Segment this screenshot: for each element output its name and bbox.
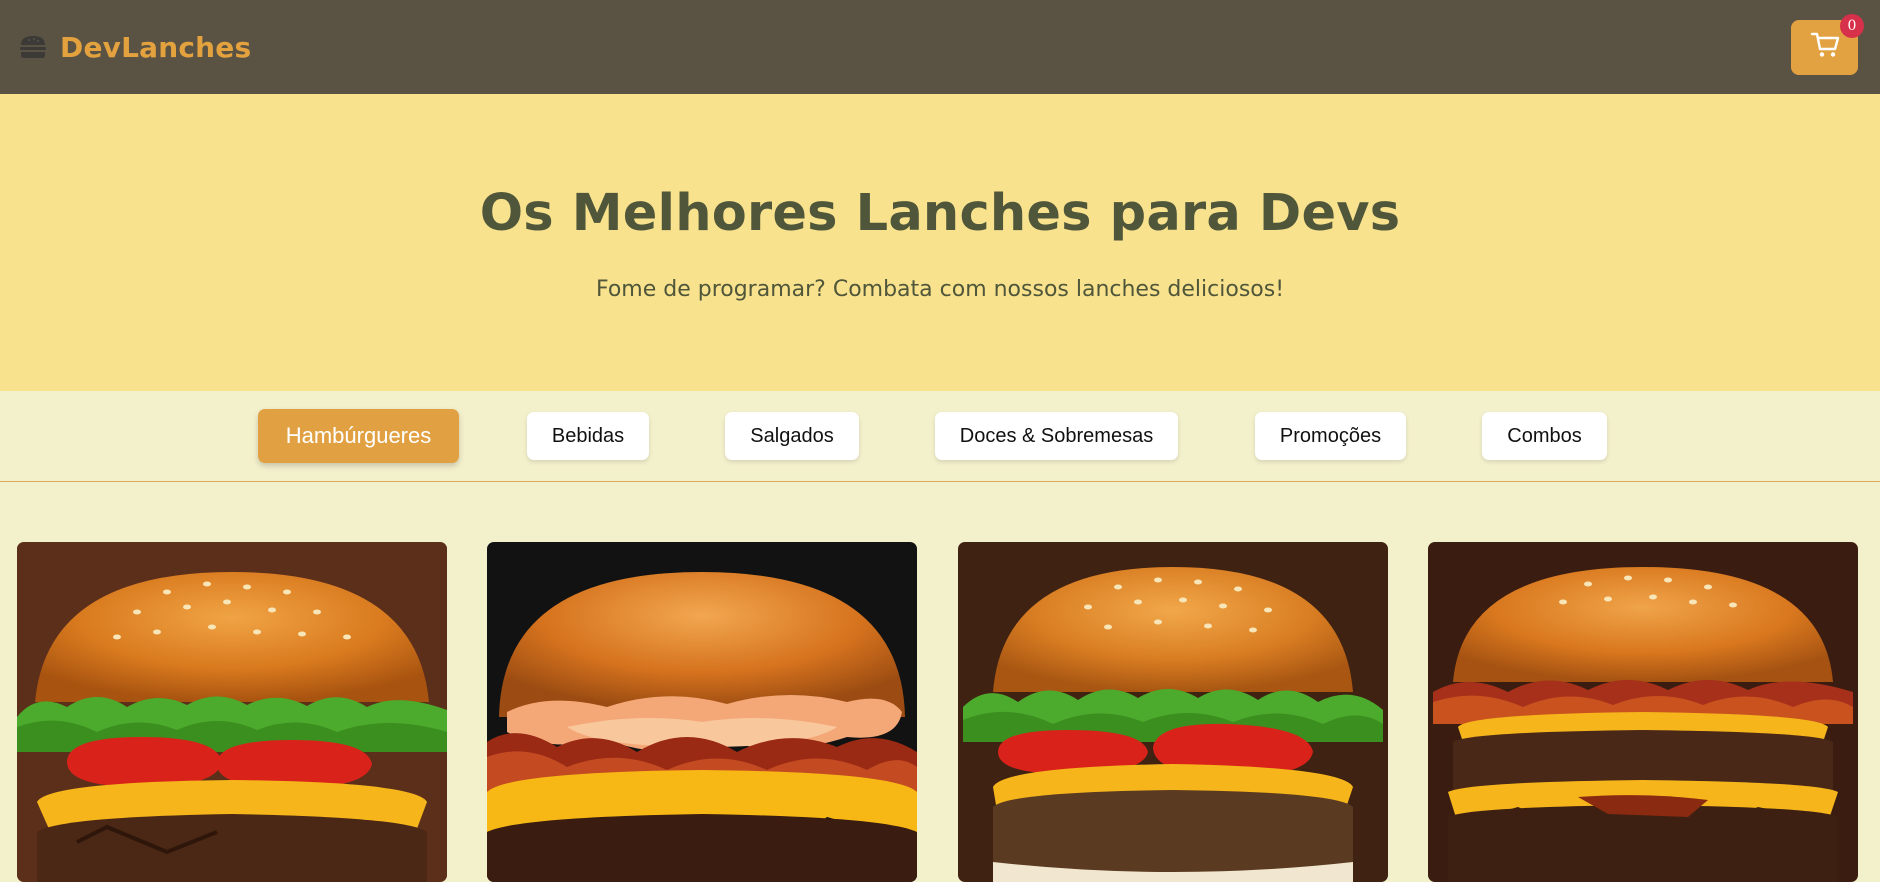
- product-card[interactable]: [487, 542, 917, 882]
- tab-salgados[interactable]: Salgados: [725, 412, 859, 460]
- category-tabs: Hambúrgueres Bebidas Salgados Doces & So…: [0, 391, 1880, 482]
- product-card[interactable]: [1428, 542, 1858, 882]
- hero-banner: Os Melhores Lanches para Devs Fome de pr…: [0, 94, 1880, 391]
- tab-hamburgueres[interactable]: Hambúrgueres: [258, 409, 459, 463]
- hero-title: Os Melhores Lanches para Devs: [479, 183, 1401, 243]
- hero-subtitle: Fome de programar? Combata com nossos la…: [595, 276, 1285, 302]
- brand-name: DevLanches: [60, 30, 252, 64]
- burger-photo: [17, 542, 447, 882]
- tab-doces-sobremesas[interactable]: Doces & Sobremesas: [935, 412, 1178, 460]
- cart-button[interactable]: 0: [1791, 13, 1864, 75]
- cart-count-badge: 0: [1840, 13, 1864, 38]
- cart-icon: [1810, 31, 1840, 63]
- burger-photo: [487, 542, 917, 882]
- tab-bebidas[interactable]: Bebidas: [527, 412, 649, 460]
- tab-combos[interactable]: Combos: [1482, 412, 1607, 460]
- brand[interactable]: DevLanches: [18, 31, 251, 64]
- tab-promocoes[interactable]: Promoções: [1255, 412, 1406, 460]
- burger-icon: [18, 32, 48, 62]
- product-grid: [0, 482, 1880, 882]
- product-card[interactable]: [958, 542, 1388, 882]
- top-header: DevLanches 0: [0, 0, 1880, 94]
- product-card[interactable]: [17, 542, 447, 882]
- burger-photo: [958, 542, 1388, 882]
- burger-photo: [1428, 542, 1858, 882]
